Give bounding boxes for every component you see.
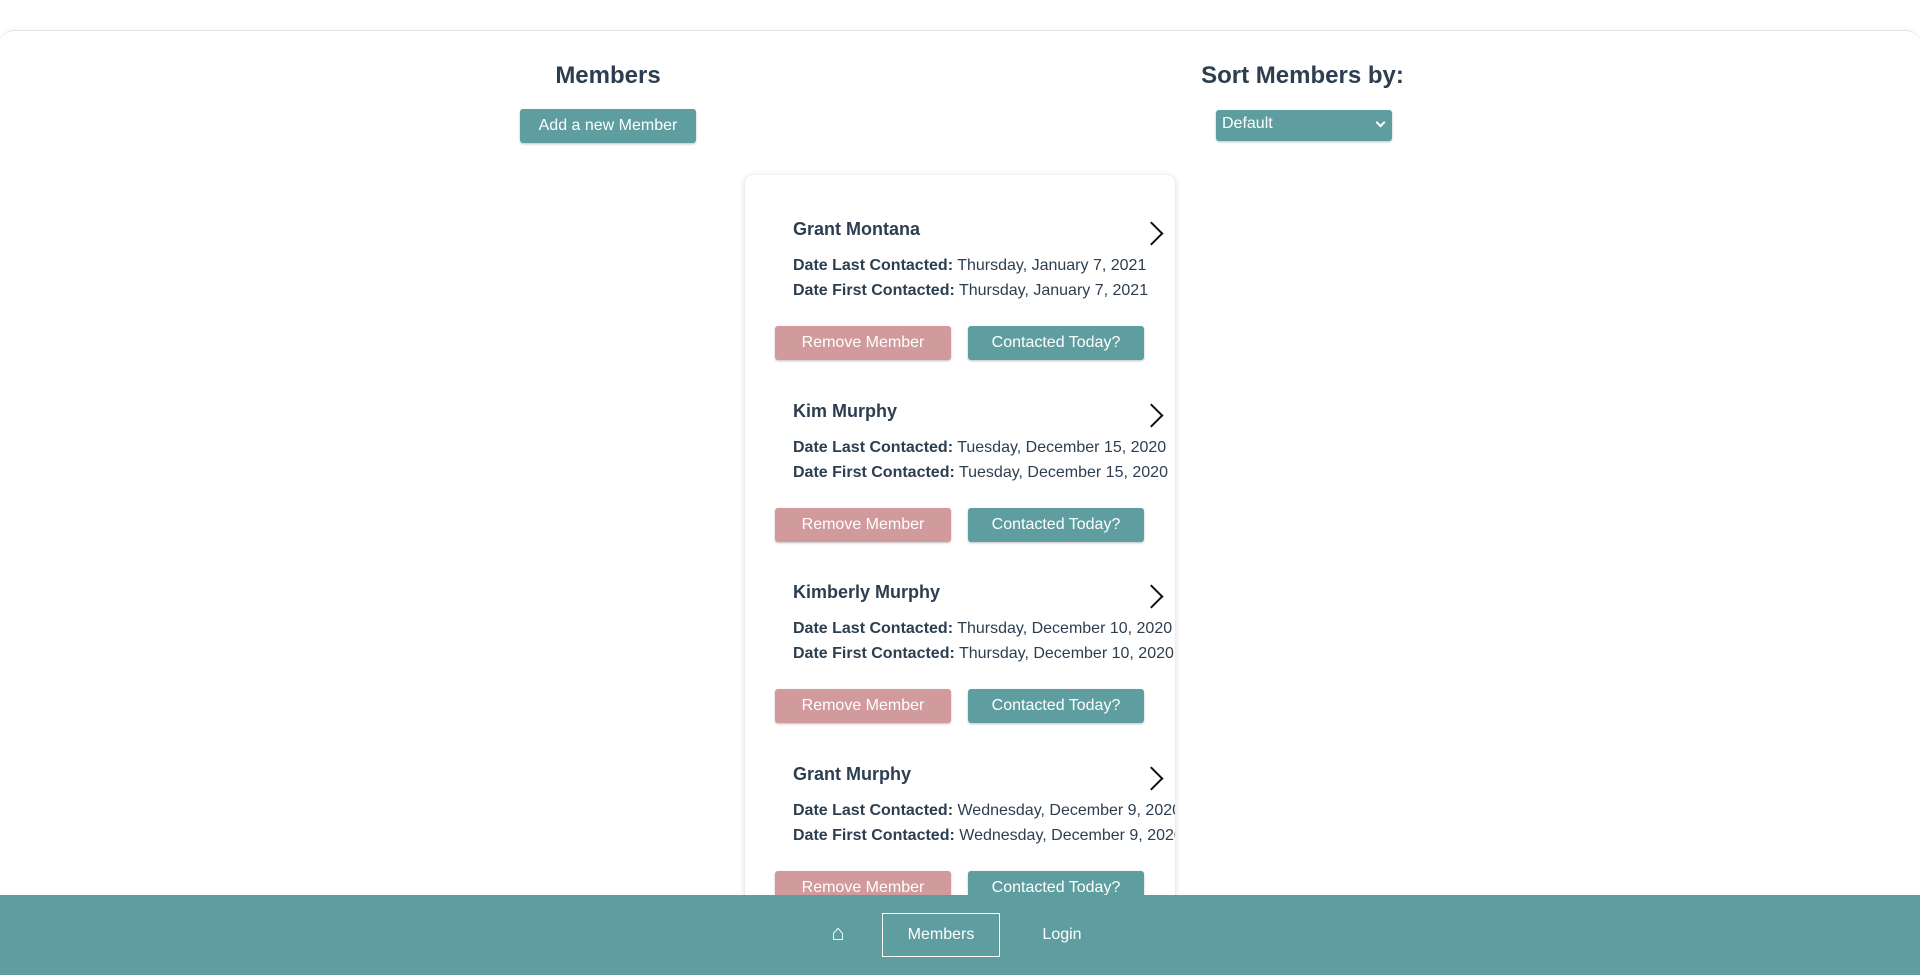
date-first-label: Date First Contacted: — [793, 464, 955, 481]
member-name: Grant Murphy — [793, 764, 912, 784]
member-name: Grant Montana — [793, 219, 921, 239]
date-first-contacted: Date First Contacted: Thursday, January … — [793, 282, 1148, 300]
date-last-contacted: Date Last Contacted: Thursday, January 7… — [793, 257, 1146, 275]
contacted-today-button[interactable]: Contacted Today? — [968, 326, 1144, 360]
date-first-label: Date First Contacted: — [793, 645, 955, 662]
date-last-label: Date Last Contacted: — [793, 620, 954, 637]
member-card: Grant Montana Date Last Contacted: Thurs… — [745, 175, 1175, 360]
date-first-contacted: Date First Contacted: Tuesday, December … — [793, 464, 1168, 482]
date-first-contacted: Date First Contacted: Wednesday, Decembe… — [793, 827, 1175, 845]
remove-member-button[interactable]: Remove Member — [775, 508, 951, 542]
chevron-right-icon[interactable] — [1139, 584, 1164, 609]
member-name: Kim Murphy — [793, 401, 898, 421]
contacted-today-button[interactable]: Contacted Today? — [968, 689, 1144, 723]
sort-selected-value: Default — [1222, 115, 1273, 132]
member-name: Kimberly Murphy — [793, 582, 941, 602]
remove-member-button[interactable]: Remove Member — [775, 689, 951, 723]
date-last-contacted: Date Last Contacted: Tuesday, December 1… — [793, 439, 1166, 457]
member-card: Kim Murphy Date Last Contacted: Tuesday,… — [745, 357, 1175, 542]
add-member-button[interactable]: Add a new Member — [520, 109, 696, 143]
sort-select[interactable]: Default — [1216, 110, 1392, 141]
members-heading: Members — [555, 62, 661, 89]
sort-heading: Sort Members by: — [1201, 62, 1404, 89]
chevron-right-icon[interactable] — [1139, 403, 1164, 428]
date-last-value: Thursday, January 7, 2021 — [957, 257, 1147, 274]
date-last-label: Date Last Contacted: — [793, 439, 954, 456]
date-first-contacted: Date First Contacted: Thursday, December… — [793, 645, 1174, 663]
member-card: Grant Murphy Date Last Contacted: Wednes… — [745, 720, 1175, 905]
date-first-value: Tuesday, December 15, 2020 — [958, 464, 1168, 481]
date-last-value: Thursday, December 10, 2020 — [957, 620, 1173, 637]
date-last-label: Date Last Contacted: — [793, 257, 954, 274]
member-list[interactable]: Grant Montana Date Last Contacted: Thurs… — [745, 175, 1175, 915]
contacted-today-button[interactable]: Contacted Today? — [968, 508, 1144, 542]
date-first-value: Thursday, December 10, 2020 — [958, 645, 1174, 662]
chevron-right-icon[interactable] — [1139, 766, 1164, 791]
date-first-value: Wednesday, December 9, 2020 — [959, 827, 1175, 844]
remove-member-button[interactable]: Remove Member — [775, 326, 951, 360]
chevron-down-icon — [1375, 117, 1386, 128]
date-last-contacted: Date Last Contacted: Wednesday, December… — [793, 802, 1175, 820]
date-first-label: Date First Contacted: — [793, 282, 955, 299]
date-first-value: Thursday, January 7, 2021 — [958, 282, 1149, 299]
date-last-value: Wednesday, December 9, 2020 — [957, 802, 1175, 819]
nav-members-link[interactable]: Members — [882, 913, 1000, 957]
member-card: Kimberly Murphy Date Last Contacted: Thu… — [745, 538, 1175, 723]
chevron-right-icon[interactable] — [1139, 221, 1164, 246]
home-icon[interactable]: ⌂ — [826, 920, 850, 946]
footer-nav: ⌂ Members Login — [0, 895, 1920, 975]
date-last-contacted: Date Last Contacted: Thursday, December … — [793, 620, 1172, 638]
date-last-value: Tuesday, December 15, 2020 — [957, 439, 1167, 456]
date-first-label: Date First Contacted: — [793, 827, 955, 844]
date-last-label: Date Last Contacted: — [793, 802, 954, 819]
nav-login-link[interactable]: Login — [1030, 913, 1094, 957]
